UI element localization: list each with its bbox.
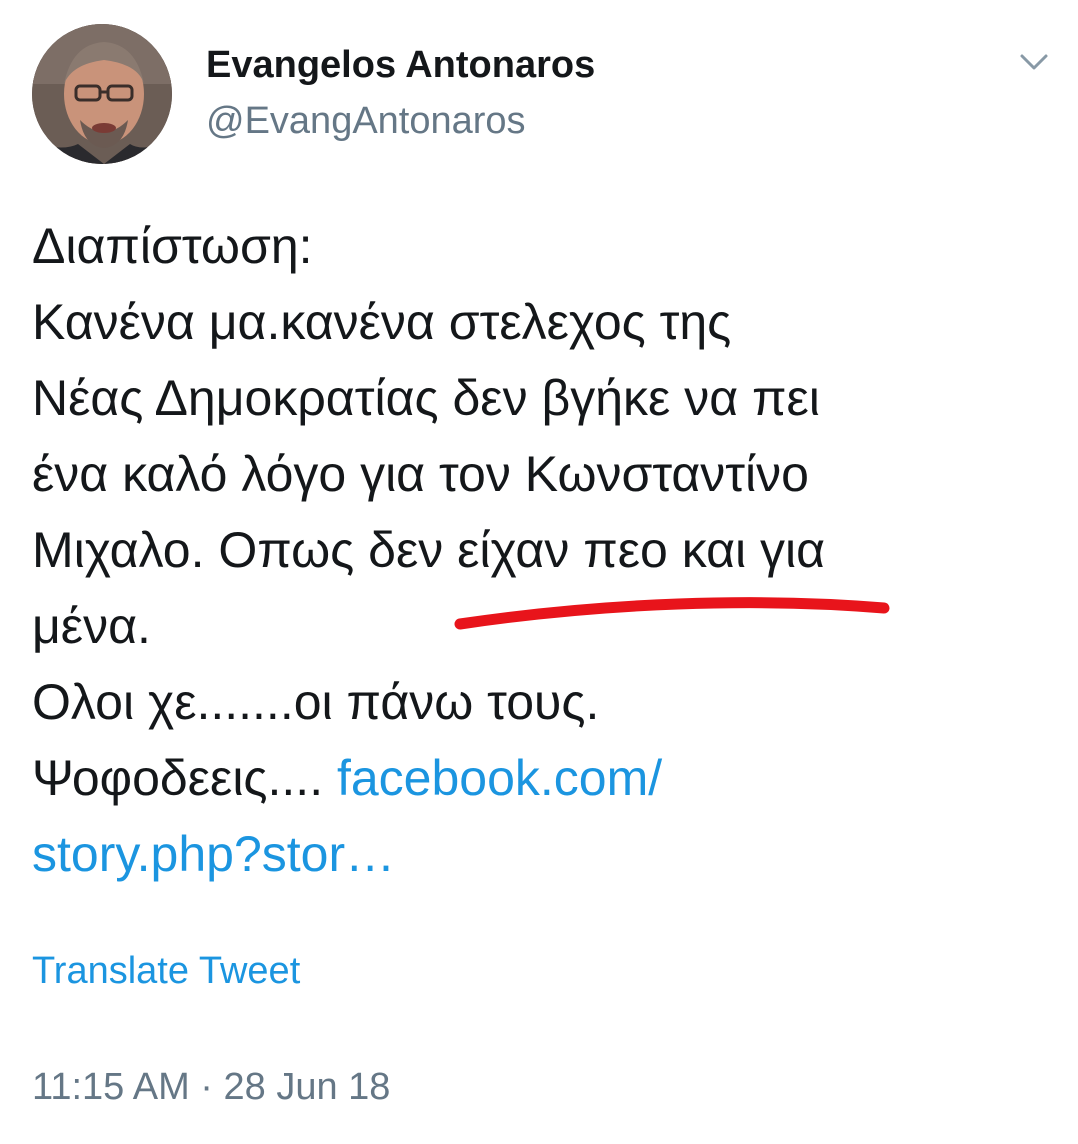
chevron-down-icon[interactable] — [1012, 44, 1056, 80]
red-underline-annotation — [448, 594, 898, 638]
tweet-line: ένα καλό λόγο για τον Κωνσταντίνο — [32, 446, 809, 502]
tweet-timestamp[interactable]: 11:15 AM · 28 Jun 18 — [32, 1062, 390, 1112]
display-name[interactable]: Evangelos Antonaros — [206, 40, 595, 90]
profile-photo — [32, 24, 172, 164]
tweet-line: Ολοι χε.......οι πάνω τους. — [32, 674, 600, 730]
tweet-link-continued[interactable]: story.php?stor… — [32, 816, 1052, 892]
tweet-line-with-link: Ψοφοδεεις.... facebook.com/ — [32, 740, 1052, 816]
tweet-link[interactable]: facebook.com/ — [337, 750, 662, 806]
tweet-text: Διαπίστωση: Κανένα μα.κανένα στελεχος τη… — [32, 208, 1052, 892]
tweet-line: Νέας Δημοκρατίας δεν βγήκε να πει — [32, 370, 820, 426]
tweet-line: Μιχαλο. Οπως δεν είχαν πεο και για — [32, 522, 826, 578]
tweet-line: Διαπίστωση: — [32, 218, 313, 274]
translate-tweet-link[interactable]: Translate Tweet — [32, 946, 300, 996]
user-handle[interactable]: @EvangAntonaros — [206, 96, 526, 146]
tweet-line: Κανένα μα.κανένα στελεχος της — [32, 294, 732, 350]
avatar[interactable] — [32, 24, 172, 164]
tweet-line-text: Ψοφοδεεις.... — [32, 750, 337, 806]
